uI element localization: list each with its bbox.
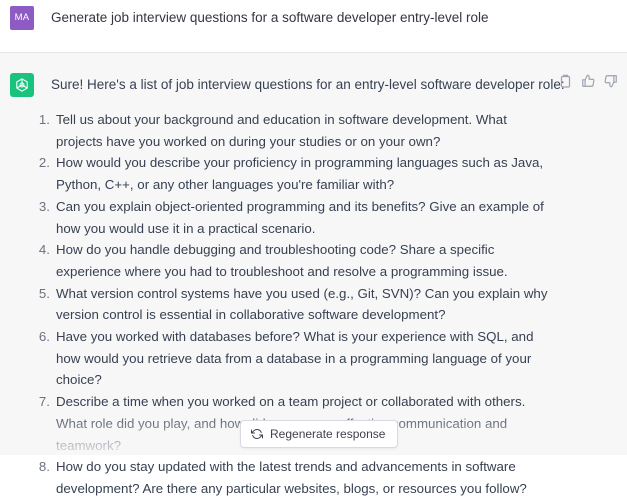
user-avatar: MA <box>10 6 34 30</box>
list-item-text: How would you describe your proficiency … <box>56 155 544 193</box>
list-item-number: 7. <box>38 394 50 410</box>
openai-logo-icon <box>10 73 34 97</box>
list-item: 5. What version control systems have you… <box>36 283 556 326</box>
refresh-icon <box>251 428 263 440</box>
list-item-number: 1. <box>38 112 50 127</box>
list-item-text: Can you explain object-oriented programm… <box>56 198 544 236</box>
list-item-text: How do you handle debugging and troubles… <box>56 242 508 279</box>
user-message-row: MA Generate job interview questions for … <box>0 0 627 53</box>
list-item: 8. How do you stay updated with the late… <box>36 456 556 499</box>
list-item-text: Have you worked with databases before? W… <box>56 329 534 388</box>
list-item-number: 6. <box>38 329 50 345</box>
regenerate-response-button[interactable]: Regenerate response <box>240 420 399 448</box>
list-item-number: 5. <box>38 285 50 301</box>
list-item-number: 4. <box>38 242 50 258</box>
list-item: 6. Have you worked with databases before… <box>36 326 556 391</box>
list-item: 4. How do you handle debugging and troub… <box>36 239 556 282</box>
list-item-number: 3. <box>38 198 50 214</box>
assistant-intro-text: Sure! Here's a list of job interview que… <box>51 77 565 92</box>
list-item-text: Tell us about your background and educat… <box>56 112 507 149</box>
list-item: 1. Tell us about your background and edu… <box>36 109 556 152</box>
thumbs-up-icon[interactable] <box>580 73 596 89</box>
list-item-text: What version control systems have you us… <box>56 285 548 323</box>
list-item: 2. How would you describe your proficien… <box>36 152 556 195</box>
list-item-number: 2. <box>38 155 50 171</box>
message-actions <box>557 73 619 89</box>
assistant-message-row: Sure! Here's a list of job interview que… <box>0 53 627 496</box>
thumbs-down-icon[interactable] <box>603 73 619 89</box>
list-item-number: 8. <box>38 459 50 475</box>
list-item-text: How do you stay updated with the latest … <box>56 459 527 496</box>
user-message-text: Generate job interview questions for a s… <box>51 10 489 25</box>
list-item: 3. Can you explain object-oriented progr… <box>36 196 556 239</box>
regenerate-response-label: Regenerate response <box>270 427 386 441</box>
copy-icon[interactable] <box>557 73 573 89</box>
